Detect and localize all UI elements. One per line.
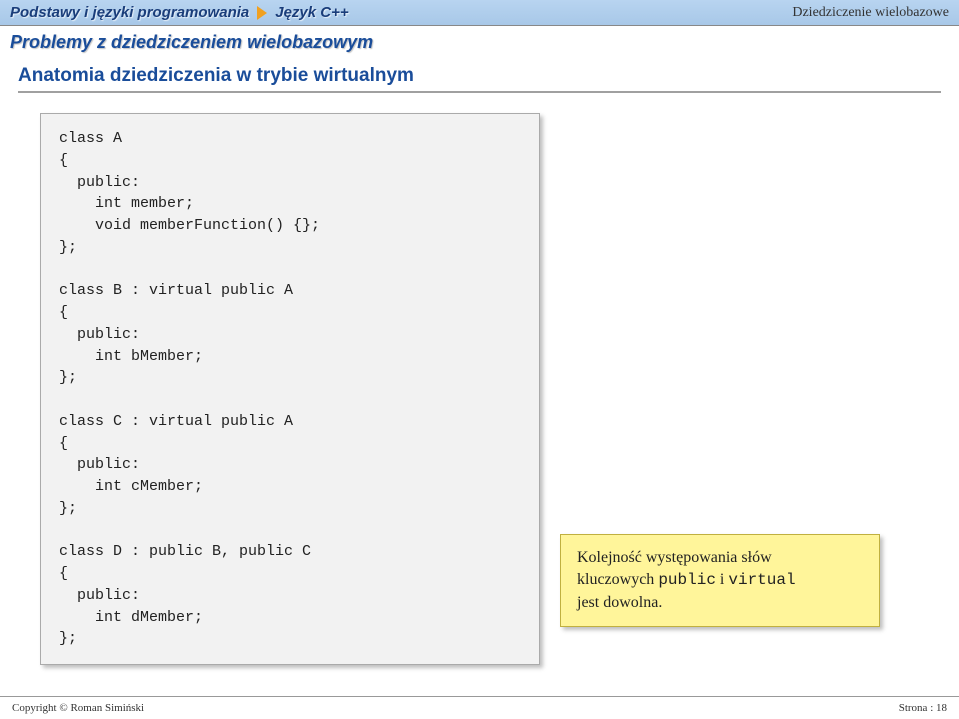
note-keyword-public: public [658, 571, 716, 589]
code-block: class A { public: int member; void membe… [40, 113, 540, 665]
header-bar: Podstawy i języki programowania Język C+… [0, 0, 959, 26]
breadcrumb-item-2: Język C++ [275, 4, 348, 21]
note-box: Kolejność występowania słów kluczowych p… [560, 534, 880, 627]
note-keyword-virtual: virtual [728, 571, 795, 589]
content-area: class A { public: int member; void membe… [0, 95, 959, 683]
section-title: Anatomia dziedziczenia w trybie wirtualn… [18, 65, 941, 93]
breadcrumb-item-1: Podstawy i języki programowania [10, 4, 249, 21]
note-text-line1: Kolejność występowania słów [577, 549, 772, 566]
note-text-mid: i [716, 571, 728, 588]
page-subtitle: Problemy z dziedziczeniem wielobazowym [0, 26, 959, 61]
breadcrumb-arrow-icon [257, 6, 267, 20]
footer-copyright: Copyright © Roman Simiński [12, 702, 144, 714]
footer: Copyright © Roman Simiński Strona : 18 [0, 696, 959, 719]
footer-page: Strona : 18 [899, 702, 947, 714]
note-column: Kolejność występowania słów kluczowych p… [560, 113, 880, 665]
header-topic: Dziedziczenie wielobazowe [792, 5, 949, 21]
note-text-line3: jest dowolna. [577, 594, 662, 611]
note-text-line2a: kluczowych [577, 571, 658, 588]
